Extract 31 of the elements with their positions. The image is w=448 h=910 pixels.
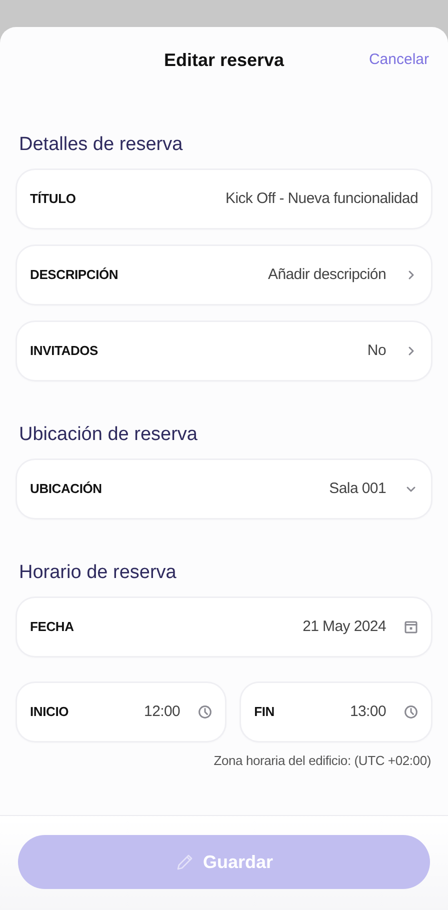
field-value: Kick Off - Nueva funcionalidad — [226, 188, 418, 209]
sheet-title: Editar reserva — [164, 48, 284, 72]
field-label: DESCRIPCIÓN — [30, 266, 118, 284]
form-field[interactable]: FECHA 21 May 2024 — [17, 598, 431, 656]
clock-icon — [198, 705, 212, 719]
field-value: Sala 001 — [329, 478, 386, 499]
field-value: No — [367, 340, 386, 361]
form-field[interactable]: FIN 13:00 — [241, 683, 431, 741]
field-value: 13:00 — [350, 702, 386, 722]
field-value: 21 May 2024 — [302, 616, 386, 637]
field-label: FIN — [254, 703, 274, 722]
clock-icon — [404, 705, 418, 719]
section-heading: Horario de reserva — [19, 563, 178, 582]
form-field[interactable]: UBICACIÓN Sala 001 — [17, 460, 431, 518]
field-label: FECHA — [30, 618, 74, 636]
form-field[interactable]: DESCRIPCIÓN Añadir descripción — [17, 246, 431, 304]
form-field[interactable]: INICIO 12:00 — [17, 683, 226, 741]
section-heading: Detalles de reserva — [19, 135, 184, 154]
pencil-icon — [174, 852, 195, 872]
field-label: INVITADOS — [30, 342, 98, 360]
field-label: TÍTULO — [30, 190, 76, 208]
calendar-icon — [404, 620, 418, 634]
field-value: Añadir descripción — [268, 264, 386, 285]
cancel-link[interactable]: Cancelar — [368, 49, 429, 72]
field-value: 12:00 — [144, 702, 180, 722]
timezone-note: Zona horaria del edificio: (UTC +02:00) — [212, 752, 431, 770]
form-field[interactable]: INVITADOS No — [17, 322, 431, 380]
field-label: INICIO — [30, 703, 69, 722]
form-field[interactable]: TÍTULO Kick Off - Nueva funcionalidad — [17, 170, 431, 228]
field-label: UBICACIÓN — [30, 480, 102, 498]
section-heading: Ubicación de reserva — [19, 425, 198, 444]
